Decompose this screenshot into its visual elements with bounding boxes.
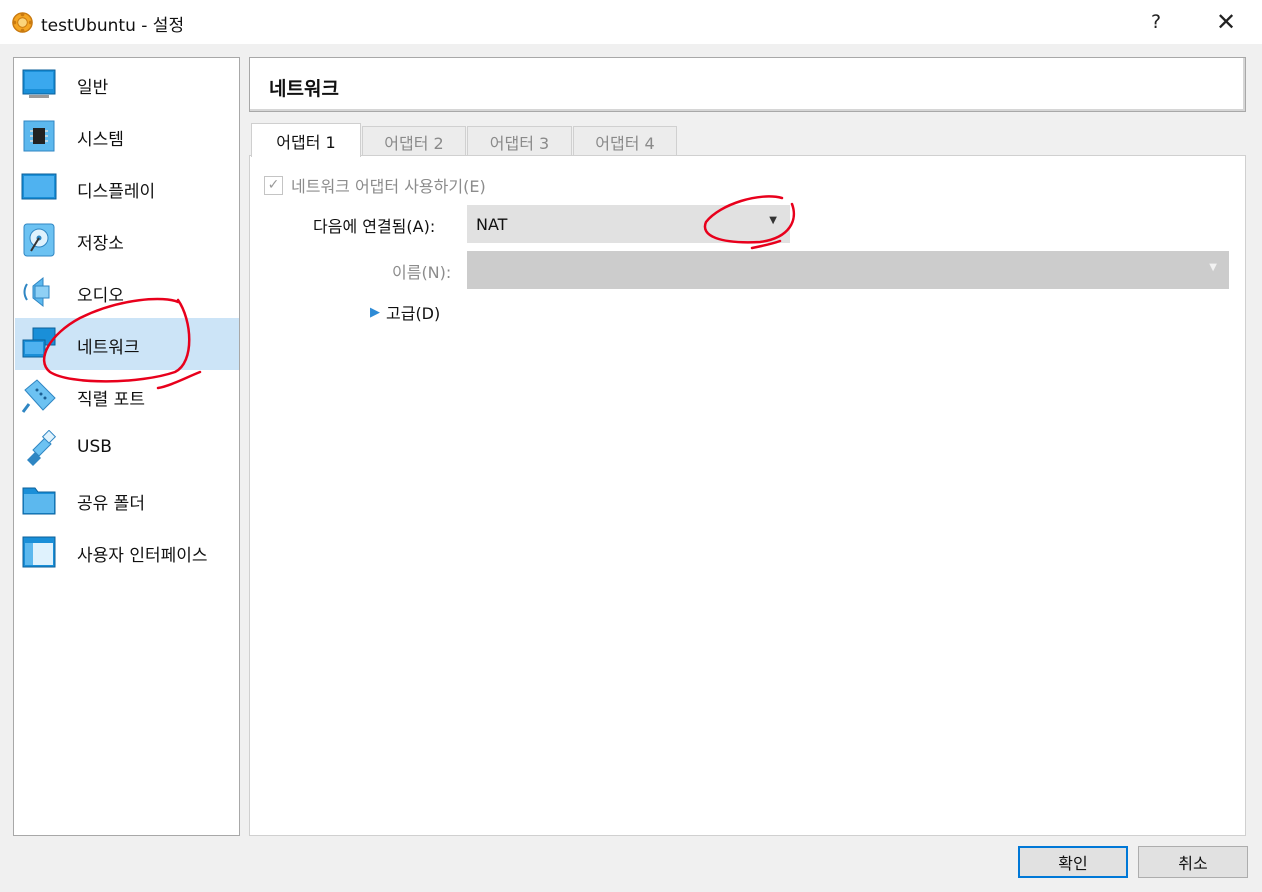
- storage-disk-icon: [23, 223, 55, 257]
- tab-adapter-2[interactable]: 어댑터 2: [362, 126, 466, 156]
- sidebar-item-system[interactable]: 시스템: [15, 110, 239, 162]
- audio-speaker-icon: [23, 276, 50, 308]
- general-icon: [22, 69, 56, 98]
- usb-icon: [27, 430, 57, 466]
- sidebar-item-shared-folders[interactable]: 공유 폴더: [15, 474, 239, 526]
- help-button[interactable]: ?: [1128, 0, 1184, 44]
- dropdown-arrow-icon: ▼: [769, 215, 777, 226]
- close-button[interactable]: ✕: [1198, 0, 1254, 44]
- system-chip-icon: [23, 120, 55, 152]
- section-header: 네트워크: [249, 57, 1246, 112]
- enable-adapter-row: ✓ 네트워크 어댑터 사용하기(E): [264, 173, 486, 197]
- window-title: testUbuntu - 설정: [41, 16, 185, 36]
- sidebar-item-label: 공유 폴더: [77, 494, 145, 514]
- title-bar: testUbuntu - 설정 ? ✕: [0, 0, 1262, 44]
- sidebar-item-display[interactable]: 디스플레이: [15, 162, 239, 214]
- sidebar-item-label: 네트워크: [77, 338, 140, 358]
- attached-to-label: 다음에 연결됨(A):: [313, 217, 436, 236]
- sidebar-item-usb[interactable]: USB: [15, 422, 239, 474]
- sidebar-item-label: 직렬 포트: [77, 390, 145, 410]
- virtualbox-gear-icon: [12, 12, 33, 33]
- sidebar-item-network[interactable]: 네트워크: [15, 318, 239, 370]
- sidebar-item-label: USB: [77, 437, 112, 457]
- enable-adapter-checkbox[interactable]: ✓: [264, 175, 283, 195]
- ok-button[interactable]: 확인: [1018, 846, 1128, 878]
- tab-adapter-1[interactable]: 어댑터 1: [251, 123, 361, 157]
- tab-adapter-4[interactable]: 어댑터 4: [573, 126, 677, 156]
- dropdown-arrow-icon: ▼: [1209, 262, 1217, 273]
- advanced-expander[interactable]: ▶ 고급(D): [370, 300, 440, 324]
- sidebar-item-label: 디스플레이: [77, 182, 156, 202]
- sidebar-item-label: 오디오: [77, 286, 124, 306]
- sidebar-item-label: 시스템: [77, 130, 124, 150]
- expand-triangle-icon: ▶: [370, 304, 380, 320]
- sidebar-item-user-interface[interactable]: 사용자 인터페이스: [15, 526, 239, 578]
- network-icon: [22, 327, 56, 358]
- serial-port-icon: [21, 379, 56, 413]
- sidebar-item-storage[interactable]: 저장소: [15, 214, 239, 266]
- advanced-label: 고급(D): [386, 304, 441, 323]
- display-monitor-icon: [21, 173, 57, 200]
- sidebar-item-label: 일반: [77, 78, 109, 98]
- settings-sidebar: 일반 시스템 디스플레이 저장소 오디오 네트워크 직렬 포트 USB 공유 폴…: [13, 57, 240, 836]
- page-title: 네트워크: [269, 78, 339, 100]
- name-label: 이름(N):: [392, 263, 452, 282]
- shared-folder-icon: [22, 487, 56, 515]
- attached-to-value: NAT: [476, 215, 508, 234]
- sidebar-item-label: 저장소: [77, 234, 124, 254]
- user-interface-icon: [22, 536, 56, 568]
- name-dropdown: ▼: [467, 251, 1229, 289]
- cancel-button[interactable]: 취소: [1138, 846, 1248, 878]
- sidebar-item-audio[interactable]: 오디오: [15, 266, 239, 318]
- tab-adapter-3[interactable]: 어댑터 3: [467, 126, 572, 156]
- attached-to-dropdown[interactable]: NAT ▼: [467, 205, 790, 243]
- sidebar-item-general[interactable]: 일반: [15, 58, 239, 110]
- sidebar-item-label: 사용자 인터페이스: [77, 546, 208, 566]
- enable-adapter-label: 네트워크 어댑터 사용하기(E): [291, 177, 486, 196]
- sidebar-item-serial-port[interactable]: 직렬 포트: [15, 370, 239, 422]
